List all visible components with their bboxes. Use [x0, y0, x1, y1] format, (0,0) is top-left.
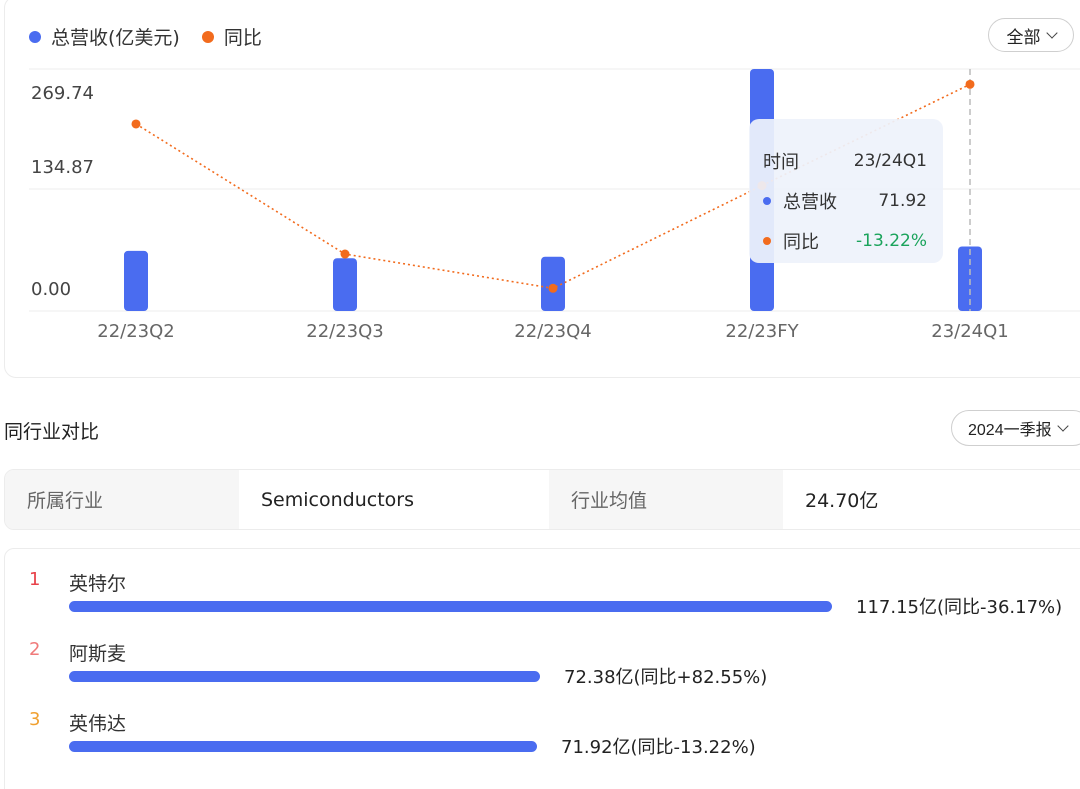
ranking-value: 117.15亿(同比-36.17%) — [856, 597, 1063, 618]
ranking-number: 1 — [29, 569, 41, 590]
y-tick-label-1: 134.87 — [31, 157, 94, 178]
ranking-number: 2 — [29, 639, 41, 660]
ranking-item[interactable]: 3 英伟达 71.92亿(同比-13.22%) — [5, 709, 1080, 779]
y-tick-label-0: 269.74 — [31, 83, 94, 104]
tooltip-time-label: 时间 — [763, 152, 799, 173]
x-tick-label-0: 22/23Q2 — [97, 321, 175, 342]
industry-ranking-list: 1 英特尔 117.15亿(同比-36.17%) 2 阿斯麦 72.38亿(同比+82.5… — [4, 548, 1080, 789]
tooltip-dot-revenue — [763, 197, 771, 205]
ranking-company-name: 英特尔 — [69, 573, 127, 595]
period-select-label: 2024一季报 — [968, 422, 1052, 439]
industry-value: Semiconductors — [239, 470, 549, 529]
ranking-item[interactable]: 1 英特尔 117.15亿(同比-36.17%) — [5, 569, 1080, 639]
y-tick-label-2: 0.00 — [31, 279, 71, 300]
revenue-chart-card: 总营收(亿美元) 同比 全部 269.74 134.87 0.00 22/23Q2 22… — [4, 0, 1080, 378]
ranking-bar — [69, 671, 540, 682]
industry-average-label: 行业均值 — [549, 470, 783, 529]
industry-average-value: 24.70亿 — [783, 470, 1080, 529]
industry-info-table: 所属行业 Semiconductors 行业均值 24.70亿 — [4, 469, 1080, 530]
tooltip-revenue-value: 71.92 — [878, 191, 927, 211]
chevron-down-icon — [1056, 419, 1069, 432]
revenue-bar-1 — [333, 258, 357, 311]
tooltip-row-revenue: 总营收 71.92 — [763, 181, 927, 221]
yoy-point-1 — [340, 249, 350, 259]
yoy-point-0 — [131, 119, 141, 129]
tooltip-row-time: 时间 23/24Q1 — [763, 141, 927, 181]
ranking-number: 3 — [29, 709, 41, 730]
period-select-button[interactable]: 2024一季报 — [951, 410, 1080, 446]
ranking-value: 71.92亿(同比-13.22%) — [561, 737, 756, 758]
yoy-point-4 — [965, 79, 975, 89]
ranking-bar — [69, 601, 832, 612]
tooltip-revenue-label: 总营收 — [783, 192, 837, 213]
ranking-company-name: 英伟达 — [69, 713, 127, 735]
ranking-company-name: 阿斯麦 — [69, 643, 127, 665]
section-title-industry-compare: 同行业对比 — [4, 421, 100, 443]
ranking-value: 72.38亿(同比+82.55%) — [564, 667, 768, 688]
tooltip-time-value: 23/24Q1 — [853, 151, 927, 171]
tooltip-dot-yoy — [763, 237, 771, 245]
industry-label: 所属行业 — [5, 470, 239, 529]
ranking-bar — [69, 741, 537, 752]
revenue-bar-0 — [124, 250, 148, 311]
x-tick-label-1: 22/23Q3 — [306, 321, 384, 342]
x-tick-label-4: 23/24Q1 — [931, 321, 1009, 342]
chart-tooltip: 时间 23/24Q1 总营收 71.92 同比 -13.22% — [749, 119, 943, 263]
x-tick-label-3: 22/23FY — [725, 321, 799, 342]
tooltip-row-yoy: 同比 -13.22% — [763, 221, 927, 261]
tooltip-yoy-value: -13.22% — [856, 231, 927, 251]
x-tick-label-2: 22/23Q4 — [514, 321, 592, 342]
yoy-point-2 — [548, 283, 558, 293]
tooltip-yoy-label: 同比 — [783, 232, 819, 253]
ranking-item[interactable]: 2 阿斯麦 72.38亿(同比+82.55%) — [5, 639, 1080, 709]
